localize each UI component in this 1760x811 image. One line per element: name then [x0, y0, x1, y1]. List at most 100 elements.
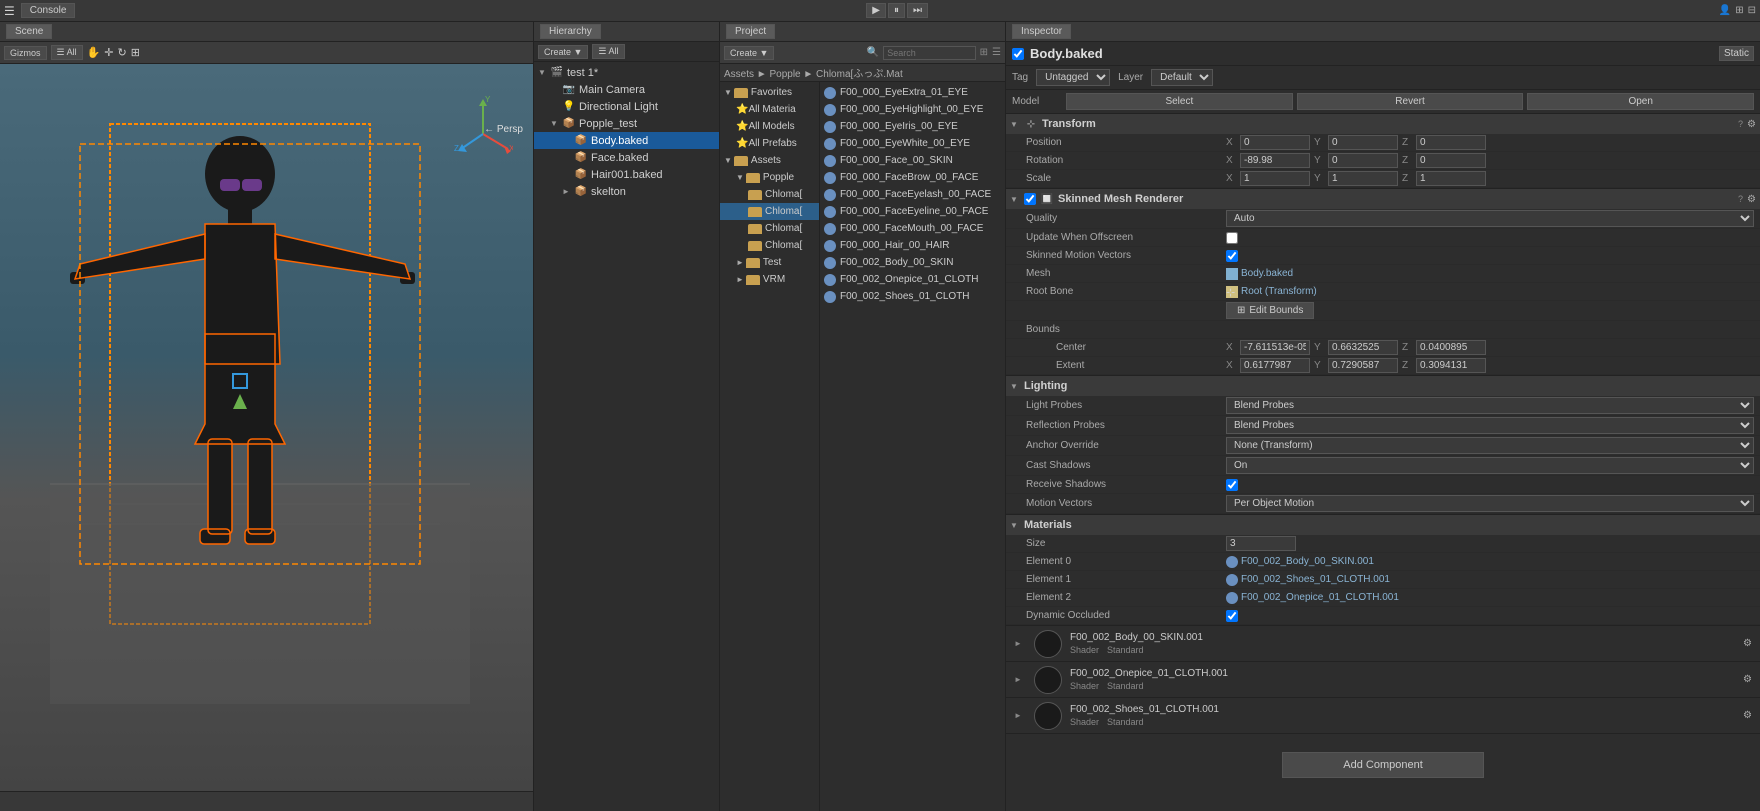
center-y-input[interactable] — [1328, 340, 1398, 355]
proj-file-10[interactable]: F00_002_Body_00_SKIN — [820, 254, 1005, 271]
open-button[interactable]: Open — [1527, 93, 1754, 110]
material2-gear-icon[interactable]: ⚙ — [1743, 710, 1752, 721]
proj-all-prefabs[interactable]: ⭐ All Prefabs — [720, 135, 819, 152]
scale-y-input[interactable] — [1328, 171, 1398, 186]
quality-dropdown[interactable]: Auto — [1226, 210, 1754, 227]
proj-file-0[interactable]: F00_000_EyeExtra_01_EYE — [820, 84, 1005, 101]
hierarchy-item-facebaked[interactable]: 📦 Face.baked — [534, 149, 719, 166]
skinned-motion-checkbox[interactable] — [1226, 250, 1238, 262]
hand-tool-icon[interactable]: ✋ — [87, 46, 101, 59]
material1-expand-icon[interactable]: ► — [1014, 675, 1026, 684]
material2-expand-icon[interactable]: ► — [1014, 711, 1026, 720]
hierarchy-all-btn[interactable]: ☰ All — [592, 44, 624, 59]
proj-assets[interactable]: ▼ Assets — [720, 152, 819, 169]
edit-bounds-button[interactable]: ⊞ Edit Bounds — [1226, 302, 1314, 319]
proj-file-9[interactable]: F00_000_Hair_00_HAIR — [820, 237, 1005, 254]
proj-file-4[interactable]: F00_000_Face_00_SKIN — [820, 152, 1005, 169]
pos-z-input[interactable] — [1416, 135, 1486, 150]
proj-favorites[interactable]: ▼ Favorites — [720, 84, 819, 101]
hierarchy-item-poppletest[interactable]: ▼ 📦 Popple_test — [534, 115, 719, 132]
layer-dropdown[interactable]: Default — [1151, 69, 1213, 86]
anchor-override-dropdown[interactable]: None (Transform) — [1226, 437, 1754, 454]
step-button[interactable]: ⏭ — [907, 3, 928, 18]
hierarchy-item-maincamera[interactable]: 📷 Main Camera — [534, 81, 719, 98]
proj-all-models[interactable]: ⭐ All Models — [720, 118, 819, 135]
proj-file-2[interactable]: F00_000_EyeIris_00_EYE — [820, 118, 1005, 135]
material0-gear-icon[interactable]: ⚙ — [1743, 638, 1752, 649]
rot-y-input[interactable] — [1328, 153, 1398, 168]
play-button[interactable]: ▶ — [866, 3, 886, 18]
proj-chloma2[interactable]: Chloma[ — [720, 203, 819, 220]
reflection-probes-dropdown[interactable]: Blend Probes — [1226, 417, 1754, 434]
console-tab[interactable]: Console — [21, 3, 76, 18]
move-tool-icon[interactable]: ✛ — [104, 46, 113, 59]
update-offscreen-checkbox[interactable] — [1226, 232, 1238, 244]
material1-gear-icon[interactable]: ⚙ — [1743, 674, 1752, 685]
material0-expand-icon[interactable]: ► — [1014, 639, 1026, 648]
hierarchy-tab[interactable]: Hierarchy — [540, 24, 601, 39]
proj-file-1[interactable]: F00_000_EyeHighlight_00_EYE — [820, 101, 1005, 118]
proj-file-5[interactable]: F00_000_FaceBrow_00_FACE — [820, 169, 1005, 186]
hierarchy-item-directionallight[interactable]: 💡 Directional Light — [534, 98, 719, 115]
proj-chloma1[interactable]: Chloma[ — [720, 186, 819, 203]
pause-button[interactable]: ⏸ — [888, 3, 905, 18]
scene-view[interactable]: Y X Z ← Persp — [0, 64, 533, 791]
tag-dropdown[interactable]: Untagged — [1036, 69, 1110, 86]
materials-section-header[interactable]: ▼ Materials — [1006, 515, 1760, 535]
extent-z-input[interactable] — [1416, 358, 1486, 373]
proj-vrm[interactable]: ► VRM — [720, 271, 819, 288]
scale-tool-icon[interactable]: ⊞ — [131, 46, 140, 59]
proj-file-12[interactable]: F00_002_Shoes_01_CLOTH — [820, 288, 1005, 305]
proj-file-11[interactable]: F00_002_Onepice_01_CLOTH — [820, 271, 1005, 288]
material-item-2[interactable]: ► F00_002_Shoes_01_CLOTH.001 Shader Stan… — [1006, 698, 1760, 734]
gizmos-button[interactable]: Gizmos — [4, 46, 47, 60]
proj-chloma4[interactable]: Chloma[ — [720, 237, 819, 254]
proj-chloma3[interactable]: Chloma[ — [720, 220, 819, 237]
rot-z-input[interactable] — [1416, 153, 1486, 168]
lighting-section-header[interactable]: ▼ Lighting — [1006, 376, 1760, 396]
dynamic-occluded-checkbox[interactable] — [1226, 610, 1238, 622]
skinned-mesh-enabled[interactable] — [1024, 193, 1036, 205]
materials-size-input[interactable] — [1226, 536, 1296, 551]
proj-popple[interactable]: ▼ Popple — [720, 169, 819, 186]
proj-file-3[interactable]: F00_000_EyeWhite_00_EYE — [820, 135, 1005, 152]
material-item-1[interactable]: ► F00_002_Onepice_01_CLOTH.001 Shader St… — [1006, 662, 1760, 698]
skinned-mesh-header[interactable]: ▼ 🔲 Skinned Mesh Renderer ? ⚙ — [1006, 189, 1760, 209]
scale-x-input[interactable] — [1240, 171, 1310, 186]
pos-y-input[interactable] — [1328, 135, 1398, 150]
hierarchy-scene-root[interactable]: ▼ 🎬 test 1* — [534, 64, 719, 81]
hierarchy-item-hairbaked[interactable]: 📦 Hair001.baked — [534, 166, 719, 183]
motion-vectors-dropdown[interactable]: Per Object Motion — [1226, 495, 1754, 512]
receive-shadows-checkbox[interactable] — [1226, 479, 1238, 491]
scene-tab[interactable]: Scene — [6, 24, 52, 39]
add-component-button[interactable]: Add Component — [1282, 752, 1484, 778]
inspector-tab[interactable]: Inspector — [1012, 24, 1071, 39]
light-probes-dropdown[interactable]: Blend Probes — [1226, 397, 1754, 414]
object-enabled-checkbox[interactable] — [1012, 48, 1024, 60]
proj-test[interactable]: ► Test — [720, 254, 819, 271]
hierarchy-item-bodybaked[interactable]: 📦 Body.baked — [534, 132, 719, 149]
all-layers-button[interactable]: ☰ All — [51, 45, 83, 60]
extent-y-input[interactable] — [1328, 358, 1398, 373]
extent-x-input[interactable] — [1240, 358, 1310, 373]
transform-gear-icon[interactable]: ⚙ — [1747, 119, 1756, 130]
static-badge[interactable]: Static — [1719, 46, 1754, 61]
proj-file-6[interactable]: F00_000_FaceEyelash_00_FACE — [820, 186, 1005, 203]
project-tab[interactable]: Project — [726, 24, 775, 39]
pos-x-input[interactable] — [1240, 135, 1310, 150]
project-create-btn[interactable]: Create ▼ — [724, 46, 774, 60]
rotate-tool-icon[interactable]: ↻ — [118, 46, 127, 59]
hierarchy-create-btn[interactable]: Create ▼ — [538, 45, 588, 59]
scale-z-input[interactable] — [1416, 171, 1486, 186]
transform-section-header[interactable]: ▼ ⊹ Transform ? ⚙ — [1006, 114, 1760, 134]
hierarchy-item-skeleton[interactable]: ► 📦 skelton — [534, 183, 719, 200]
center-z-input[interactable] — [1416, 340, 1486, 355]
proj-file-8[interactable]: F00_000_FaceMouth_00_FACE — [820, 220, 1005, 237]
project-search-input[interactable] — [883, 46, 975, 60]
proj-file-7[interactable]: F00_000_FaceEyeline_00_FACE — [820, 203, 1005, 220]
select-button[interactable]: Select — [1066, 93, 1293, 110]
proj-all-materials[interactable]: ⭐ All Materia — [720, 101, 819, 118]
cast-shadows-dropdown[interactable]: On — [1226, 457, 1754, 474]
revert-button[interactable]: Revert — [1297, 93, 1524, 110]
center-x-input[interactable] — [1240, 340, 1310, 355]
